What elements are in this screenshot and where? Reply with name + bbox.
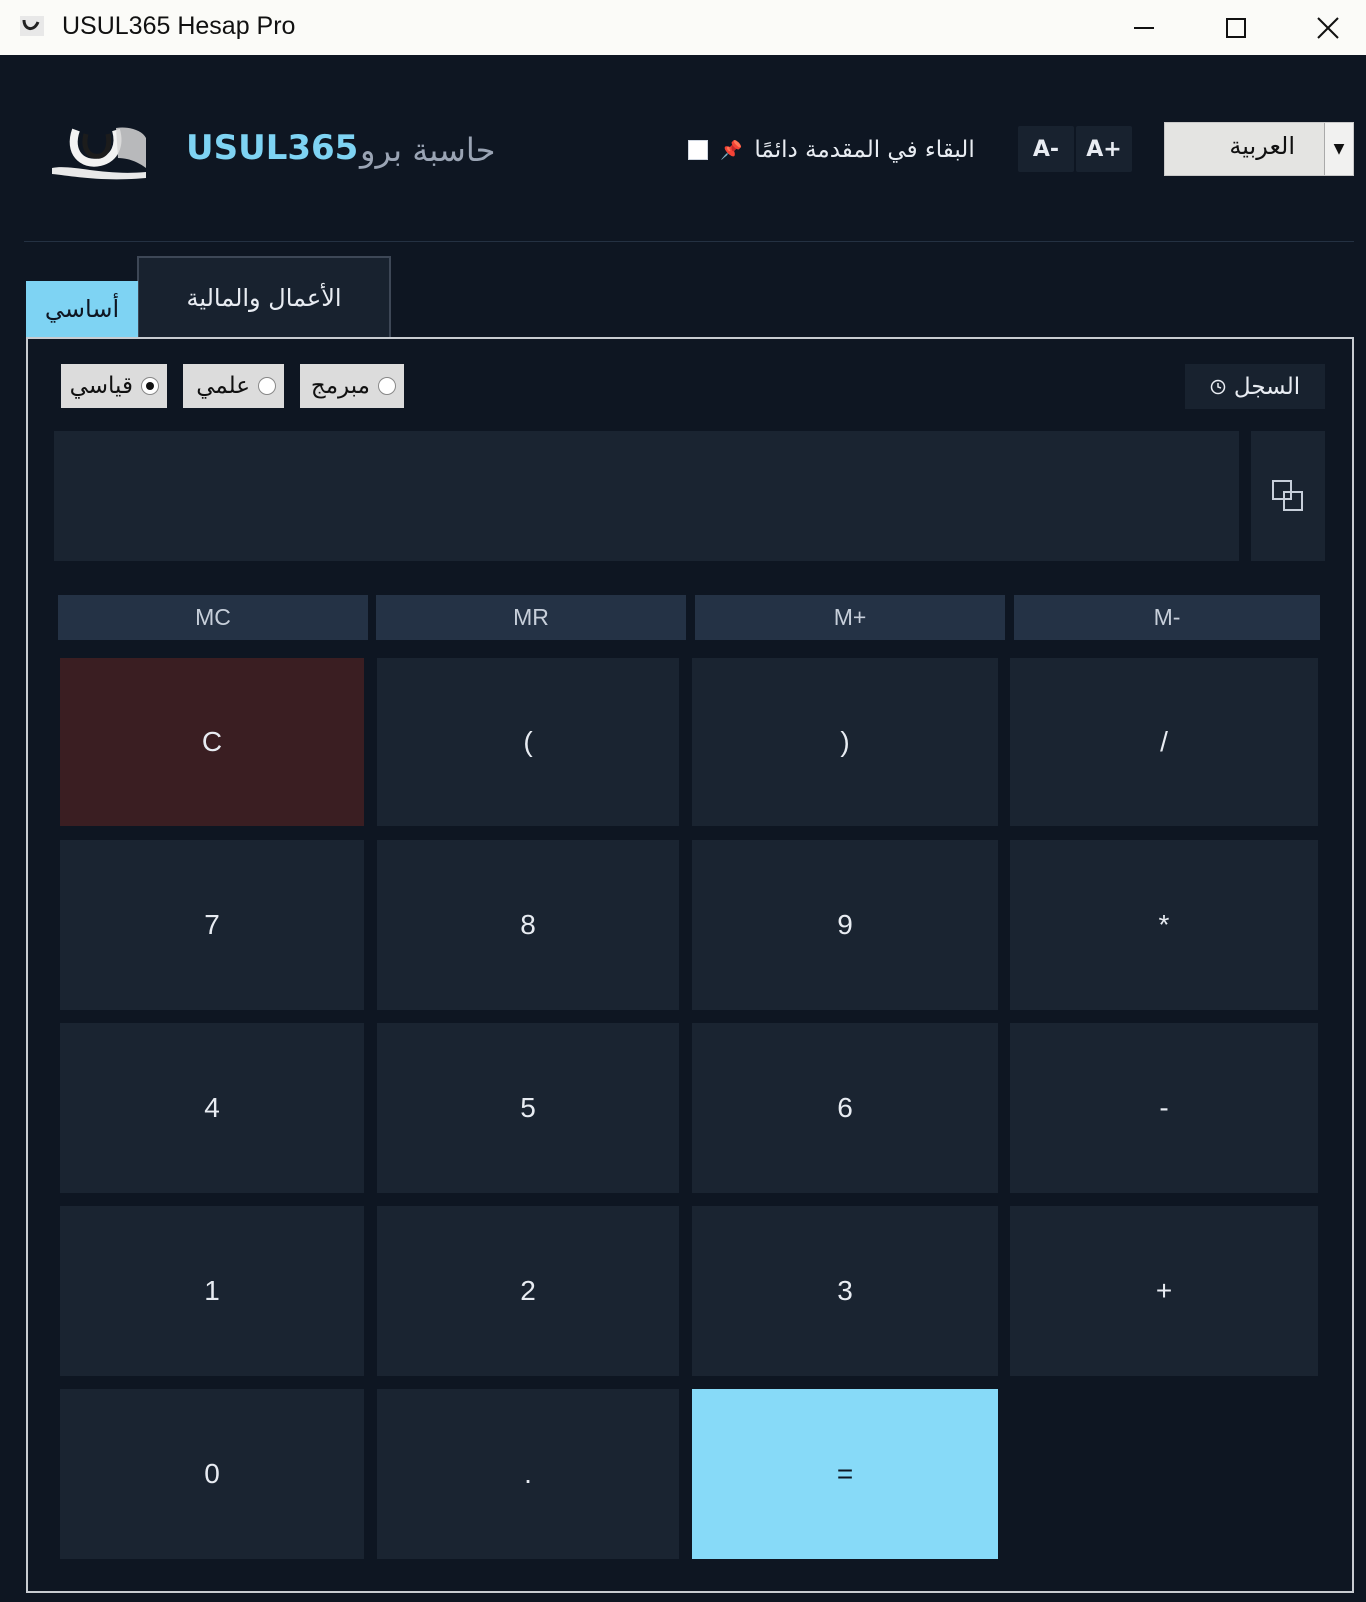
mode-scientific-radio[interactable]: علمي xyxy=(183,364,284,408)
chevron-down-icon[interactable]: ▼ xyxy=(1324,123,1353,175)
digit-9-button[interactable]: 9 xyxy=(692,840,998,1010)
pin-icon: 📌 xyxy=(720,139,743,161)
clear-button[interactable]: C xyxy=(60,658,364,826)
window-title: USUL365 Hesap Pro xyxy=(62,12,296,40)
maximize-button[interactable] xyxy=(1190,0,1282,55)
digit-5-button[interactable]: 5 xyxy=(377,1023,679,1193)
close-button[interactable] xyxy=(1282,0,1366,55)
clock-icon xyxy=(1210,379,1226,394)
maximize-icon xyxy=(1226,17,1246,38)
multiply-button[interactable]: * xyxy=(1010,840,1318,1010)
tab-business-finance[interactable]: الأعمال والمالية xyxy=(137,256,391,337)
font-decrease-button[interactable]: A- xyxy=(1018,126,1074,172)
mode-standard-label: قياسي xyxy=(69,373,133,399)
history-label: السجل xyxy=(1233,373,1301,400)
app-logo xyxy=(42,118,150,182)
digit-4-button[interactable]: 4 xyxy=(60,1023,364,1193)
header-divider xyxy=(24,241,1354,242)
digit-2-button[interactable]: 2 xyxy=(377,1206,679,1376)
brand-name: USUL365 xyxy=(186,128,359,168)
radio-icon xyxy=(258,377,276,395)
digit-6-button[interactable]: 6 xyxy=(692,1023,998,1193)
minimize-button[interactable] xyxy=(1098,0,1190,55)
language-selected-value: العربية xyxy=(1229,132,1295,160)
equals-button[interactable]: = xyxy=(692,1389,998,1559)
font-increase-button[interactable]: A+ xyxy=(1076,126,1132,172)
open-paren-button[interactable]: ( xyxy=(377,658,679,826)
minimize-icon xyxy=(1134,26,1154,29)
copy-icon xyxy=(1272,480,1303,511)
decimal-point-button[interactable]: . xyxy=(377,1389,679,1559)
mode-programmer-label: مبرمج xyxy=(310,373,370,399)
history-button[interactable]: السجل xyxy=(1185,364,1325,409)
always-on-top-checkbox[interactable] xyxy=(688,140,708,160)
digit-7-button[interactable]: 7 xyxy=(60,840,364,1010)
memory-clear-button[interactable]: MC xyxy=(58,595,368,640)
always-on-top-toggle[interactable]: 📌 البقاء في المقدمة دائمًا xyxy=(688,134,975,166)
copy-button[interactable] xyxy=(1251,431,1325,561)
plus-button[interactable]: + xyxy=(1010,1206,1318,1376)
memory-add-button[interactable]: M+ xyxy=(695,595,1005,640)
close-icon xyxy=(1317,16,1339,39)
digit-8-button[interactable]: 8 xyxy=(377,840,679,1010)
digit-1-button[interactable]: 1 xyxy=(60,1206,364,1376)
tab-basic[interactable]: أساسي xyxy=(26,281,138,337)
mode-programmer-radio[interactable]: مبرمج xyxy=(300,364,404,408)
app-icon xyxy=(18,12,46,40)
brand-subtitle: حاسبة برو xyxy=(360,131,496,169)
close-paren-button[interactable]: ) xyxy=(692,658,998,826)
digit-3-button[interactable]: 3 xyxy=(692,1206,998,1376)
language-select[interactable]: العربية ▼ xyxy=(1164,122,1354,176)
memory-subtract-button[interactable]: M- xyxy=(1014,595,1320,640)
memory-recall-button[interactable]: MR xyxy=(376,595,686,640)
calculator-display xyxy=(54,431,1239,561)
radio-icon xyxy=(378,377,396,395)
always-on-top-label: البقاء في المقدمة دائمًا xyxy=(754,137,975,163)
minus-button[interactable]: - xyxy=(1010,1023,1318,1193)
divide-button[interactable]: / xyxy=(1010,658,1318,826)
digit-0-button[interactable]: 0 xyxy=(60,1389,364,1559)
radio-selected-icon xyxy=(141,377,159,395)
mode-standard-radio[interactable]: قياسي xyxy=(61,364,167,408)
window-titlebar: USUL365 Hesap Pro xyxy=(0,0,1366,55)
mode-scientific-label: علمي xyxy=(196,373,250,399)
